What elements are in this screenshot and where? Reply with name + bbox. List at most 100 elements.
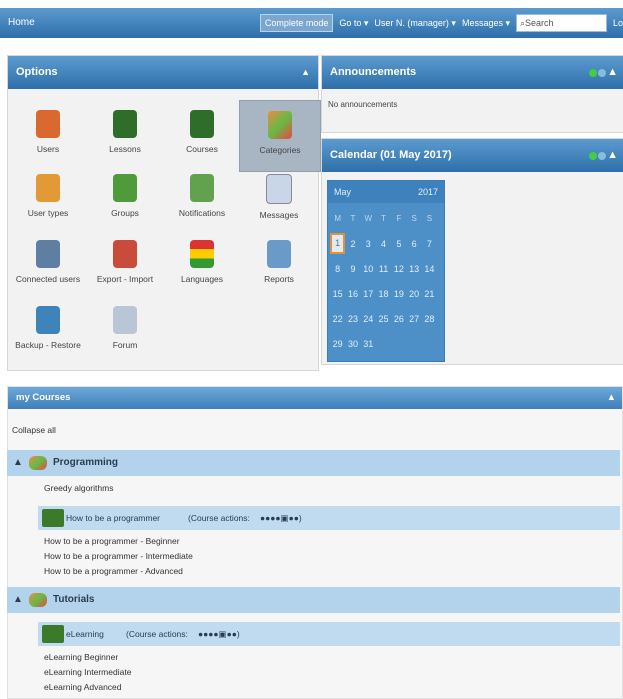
calendar-day[interactable]: 30 xyxy=(345,339,360,349)
calendar-day[interactable]: 4 xyxy=(376,239,391,249)
chevron-up-icon: ▲ xyxy=(13,594,23,605)
calendar-day[interactable]: 18 xyxy=(376,289,391,299)
calendar-month: May xyxy=(334,187,352,197)
calendar-title: Calendar (01 May 2017) xyxy=(330,149,452,161)
weekday-label: S xyxy=(426,214,433,223)
chevron-up-icon: ▲ xyxy=(13,457,23,468)
announcements-title: Announcements xyxy=(330,66,417,78)
logout-link[interactable]: Logout xyxy=(613,18,623,28)
add-icon[interactable] xyxy=(589,68,598,77)
category-icon xyxy=(29,593,47,607)
calendar-day[interactable]: 29 xyxy=(330,339,345,349)
calendar-day[interactable]: 13 xyxy=(406,264,421,274)
users-icon xyxy=(36,110,60,138)
collapse-icon[interactable]: ▲ xyxy=(301,56,310,89)
options-title: Options xyxy=(16,66,58,78)
calendar-day[interactable]: 17 xyxy=(361,289,376,299)
goto-menu[interactable]: Go to ▾ xyxy=(339,18,368,29)
search-input[interactable]: ⌕ Search xyxy=(516,14,607,32)
calendar-day[interactable]: 7 xyxy=(422,239,437,249)
calendar-day[interactable]: 2 xyxy=(345,239,360,249)
option-export-import[interactable]: Export - Import xyxy=(85,240,165,284)
weekday-label: T xyxy=(350,214,356,223)
lesson-item[interactable]: How to be a programmer - Beginner xyxy=(44,536,180,546)
collapse-all-link[interactable]: Collapse all xyxy=(12,425,56,435)
lesson-item[interactable]: eLearning Beginner xyxy=(44,652,118,662)
reports-icon xyxy=(267,240,291,268)
option-connected-users[interactable]: Connected users xyxy=(8,240,88,284)
option-categories[interactable]: Categories xyxy=(239,100,321,172)
groups-icon xyxy=(113,174,137,202)
option-user-types[interactable]: User types xyxy=(8,174,88,218)
calendar-day[interactable]: 22 xyxy=(330,314,345,324)
lesson-item[interactable]: eLearning Intermediate xyxy=(44,667,131,677)
calendar-day[interactable]: 3 xyxy=(361,239,376,249)
calendar-day[interactable]: 21 xyxy=(422,289,437,299)
export-import-icon xyxy=(113,240,137,268)
calendar-day[interactable]: 16 xyxy=(345,289,360,299)
option-groups[interactable]: Groups xyxy=(85,174,165,218)
option-messages[interactable]: Messages xyxy=(239,174,319,220)
calendar-day[interactable]: 20 xyxy=(406,289,421,299)
collapse-icon[interactable]: ▲ xyxy=(607,139,618,172)
option-backup-restore[interactable]: Backup - Restore xyxy=(8,306,88,350)
collapse-icon[interactable]: ▲ xyxy=(607,56,618,89)
calendar-day[interactable]: 14 xyxy=(422,264,437,274)
refresh-icon[interactable] xyxy=(598,68,607,77)
search-placeholder: Search xyxy=(525,18,554,28)
calendar-day[interactable]: 6 xyxy=(406,239,421,249)
weekday-label: S xyxy=(411,214,417,223)
calendar-day[interactable]: 26 xyxy=(391,314,406,324)
refresh-icon[interactable] xyxy=(598,151,607,160)
course-actions-icons[interactable]: ●●●●▣●●) xyxy=(198,622,240,646)
calendar-today[interactable]: 1 xyxy=(330,233,346,254)
lesson-item[interactable]: eLearning Advanced xyxy=(44,682,122,692)
option-reports[interactable]: Reports xyxy=(239,240,319,284)
course-elearning[interactable]: eLearning (Course actions: ●●●●▣●●) xyxy=(38,622,620,646)
calendar-day[interactable]: 19 xyxy=(391,289,406,299)
calendar-day[interactable]: 11 xyxy=(376,264,391,274)
lesson-item[interactable]: How to be a programmer - Intermediate xyxy=(44,551,193,561)
option-courses[interactable]: Courses xyxy=(162,110,242,154)
calendar-day[interactable]: 5 xyxy=(391,239,406,249)
calendar-days: M T W T F S S 1 2 3 4 5 6 7 8 9 10 11 12 13 14 15 16 17 18 19 20 21… xyxy=(328,203,444,359)
backup-icon xyxy=(36,306,60,334)
category-icon xyxy=(29,456,47,470)
option-languages[interactable]: Languages xyxy=(162,240,242,284)
calendar-day[interactable]: 31 xyxy=(361,339,376,349)
calendar-day[interactable]: 9 xyxy=(345,264,360,274)
collapse-icon[interactable]: ▲ xyxy=(607,387,616,409)
option-users[interactable]: Users xyxy=(8,110,88,154)
lesson-item[interactable]: How to be a programmer - Advanced xyxy=(44,566,183,576)
calendar-widget: May 2017 M T W T F S S 1 2 3 4 5 6 7 8 9 10 11 12 13 14 15 16 17… xyxy=(327,180,445,362)
calendar-day[interactable]: 28 xyxy=(422,314,437,324)
weekday-label: M xyxy=(334,214,341,223)
category-programming[interactable]: ▲ Programming xyxy=(7,450,620,476)
course-greedy-algorithms[interactable]: Greedy algorithms xyxy=(44,483,113,493)
course-programmer[interactable]: How to be a programmer (Course actions: … xyxy=(38,506,620,530)
forum-icon xyxy=(113,306,137,334)
option-lessons[interactable]: Lessons xyxy=(85,110,165,154)
add-icon[interactable] xyxy=(589,151,598,160)
calendar-day[interactable]: 10 xyxy=(361,264,376,274)
courses-icon xyxy=(190,110,214,138)
course-icon xyxy=(42,625,64,643)
course-actions-icons[interactable]: ●●●●▣●●) xyxy=(260,506,302,530)
calendar-day[interactable]: 24 xyxy=(361,314,376,324)
categories-icon xyxy=(268,111,292,139)
calendar-day[interactable]: 23 xyxy=(345,314,360,324)
home-link[interactable]: Home xyxy=(8,17,35,28)
category-tutorials[interactable]: ▲ Tutorials xyxy=(7,587,620,613)
calendar-day[interactable]: 15 xyxy=(330,289,345,299)
messages-menu[interactable]: Messages ▾ xyxy=(462,18,510,29)
calendar-day[interactable]: 12 xyxy=(391,264,406,274)
calendar-day[interactable]: 8 xyxy=(330,264,345,274)
user-menu[interactable]: User N. (manager) ▾ xyxy=(374,18,456,29)
calendar-day[interactable]: 27 xyxy=(406,314,421,324)
weekday-label: F xyxy=(396,214,402,223)
weekday-label: T xyxy=(381,214,386,223)
complete-mode-button[interactable]: Complete mode xyxy=(259,14,334,32)
option-forum[interactable]: Forum xyxy=(85,306,165,350)
option-notifications[interactable]: Notifications xyxy=(162,174,242,218)
calendar-day[interactable]: 25 xyxy=(376,314,391,324)
